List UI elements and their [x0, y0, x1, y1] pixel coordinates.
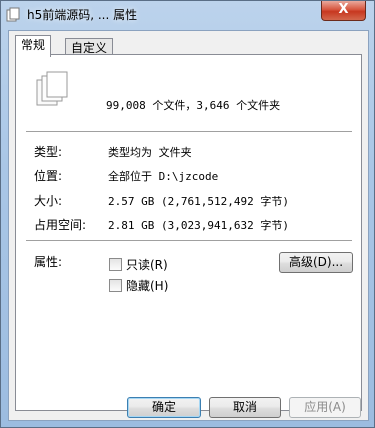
summary-text: 99,008 个文件，3,646 个文件夹	[106, 99, 281, 112]
type-label: 类型:	[34, 145, 63, 159]
title-bar[interactable]: h5前端源码, ... 属性 X	[1, 1, 374, 29]
advanced-button[interactable]: 高级(D)...	[279, 252, 353, 273]
properties-window: h5前端源码, ... 属性 X 常规 自定义 99,008 个文件，3,646…	[0, 0, 375, 428]
hidden-checkbox[interactable]	[109, 279, 122, 292]
general-panel: 99,008 个文件，3,646 个文件夹 类型: 类型均为 文件夹 位置: 全…	[15, 54, 362, 411]
cancel-button[interactable]: 取消	[209, 397, 281, 418]
size-value: 2.57 GB (2,761,512,492 字节)	[108, 195, 289, 208]
dialog-client: 常规 自定义 99,008 个文件，3,646 个文件夹 类型: 类型均为 文件…	[8, 30, 369, 421]
tab-general[interactable]: 常规	[15, 35, 52, 57]
type-value: 类型均为 文件夹	[108, 146, 192, 159]
disk-size-label: 占用空间:	[34, 218, 87, 232]
readonly-checkbox[interactable]	[109, 258, 122, 271]
disk-size-value: 2.81 GB (3,023,941,632 字节)	[108, 219, 289, 232]
folder-icon	[6, 7, 20, 22]
close-button[interactable]: X	[321, 1, 366, 21]
ok-button[interactable]: 确定	[127, 397, 201, 418]
files-icon	[36, 71, 68, 106]
size-label: 大小:	[34, 194, 63, 208]
readonly-label[interactable]: 只读(R)	[126, 256, 168, 273]
separator	[26, 240, 352, 242]
hidden-label[interactable]: 隐藏(H)	[126, 277, 168, 294]
window-title: h5前端源码, ... 属性	[27, 8, 138, 22]
location-label: 位置:	[34, 169, 63, 183]
separator	[26, 131, 352, 133]
apply-button[interactable]: 应用(A)	[289, 397, 361, 418]
location-value: 全部位于 D:\jzcode	[108, 170, 219, 183]
attributes-label: 属性:	[34, 255, 63, 269]
